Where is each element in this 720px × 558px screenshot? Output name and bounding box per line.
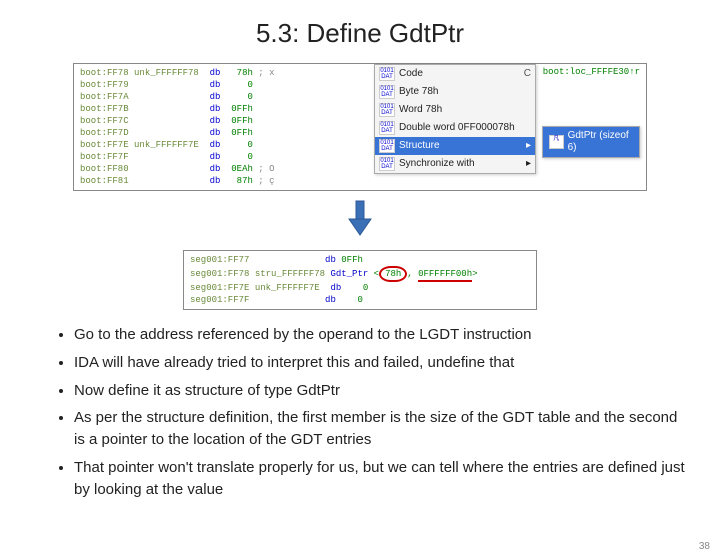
context-menu[interactable]: 0101DATCodeC0101DATByte 78h0101DATWord 7… — [374, 64, 536, 174]
bullet-item: That pointer won't translate properly fo… — [74, 457, 690, 501]
circled-value: 78h — [379, 266, 407, 282]
data-type-icon: 0101DAT — [379, 85, 395, 99]
underlined-value: 0FFFFFF00h — [418, 268, 472, 282]
submenu-item-gdtptr[interactable]: 凡 GdtPtr (sizeof 6) — [543, 127, 639, 157]
bullet-item: As per the structure definition, the fir… — [74, 407, 690, 451]
data-type-icon: 0101DAT — [379, 67, 395, 81]
context-menu-item[interactable]: 0101DATSynchronize with▸ — [375, 155, 535, 173]
page-title: 5.3: Define GdtPtr — [0, 18, 720, 49]
bullet-item: Go to the address referenced by the oper… — [74, 324, 690, 346]
structure-submenu[interactable]: 凡 GdtPtr (sizeof 6) — [542, 126, 640, 158]
context-menu-item[interactable]: 0101DATCodeC — [375, 65, 535, 83]
data-type-icon: 0101DAT — [379, 103, 395, 117]
disasm-row: boot:FF81 db 87h ; ç — [80, 175, 640, 187]
bullet-list: Go to the address referenced by the oper… — [34, 324, 690, 500]
data-type-icon: 0101DAT — [379, 121, 395, 135]
arrow-down-icon — [345, 199, 375, 244]
ida-disassembly-after: seg001:FF77 db 0FFh seg001:FF78 stru_FFF… — [183, 250, 537, 310]
disasm-row: boot:FF79 db 0 — [80, 79, 640, 91]
bullet-item: Now define it as structure of type GdtPt… — [74, 380, 690, 402]
page-number: 38 — [699, 541, 710, 552]
disasm-row: boot:FF7A db 0 — [80, 91, 640, 103]
data-type-icon: 0101DAT — [379, 139, 395, 153]
struct-icon: 凡 — [549, 135, 564, 149]
context-menu-item[interactable]: 0101DATWord 78h — [375, 101, 535, 119]
data-type-icon: 0101DAT — [379, 157, 395, 171]
ida-disassembly-before: boot:FF78 unk_FFFFFF78 db 78h ; xboot:FF… — [73, 63, 647, 191]
context-menu-item[interactable]: 0101DATStructure▸ — [375, 137, 535, 155]
disasm-row: boot:FF80 db 0EAh ; O — [80, 163, 640, 175]
disasm-row: boot:FF7B db 0FFh — [80, 103, 640, 115]
context-menu-item[interactable]: 0101DATByte 78h — [375, 83, 535, 101]
context-menu-item[interactable]: 0101DATDouble word 0FF000078h — [375, 119, 535, 137]
bullet-item: IDA will have already tried to interpret… — [74, 352, 690, 374]
submenu-label: GdtPtr (sizeof 6) — [568, 130, 633, 154]
